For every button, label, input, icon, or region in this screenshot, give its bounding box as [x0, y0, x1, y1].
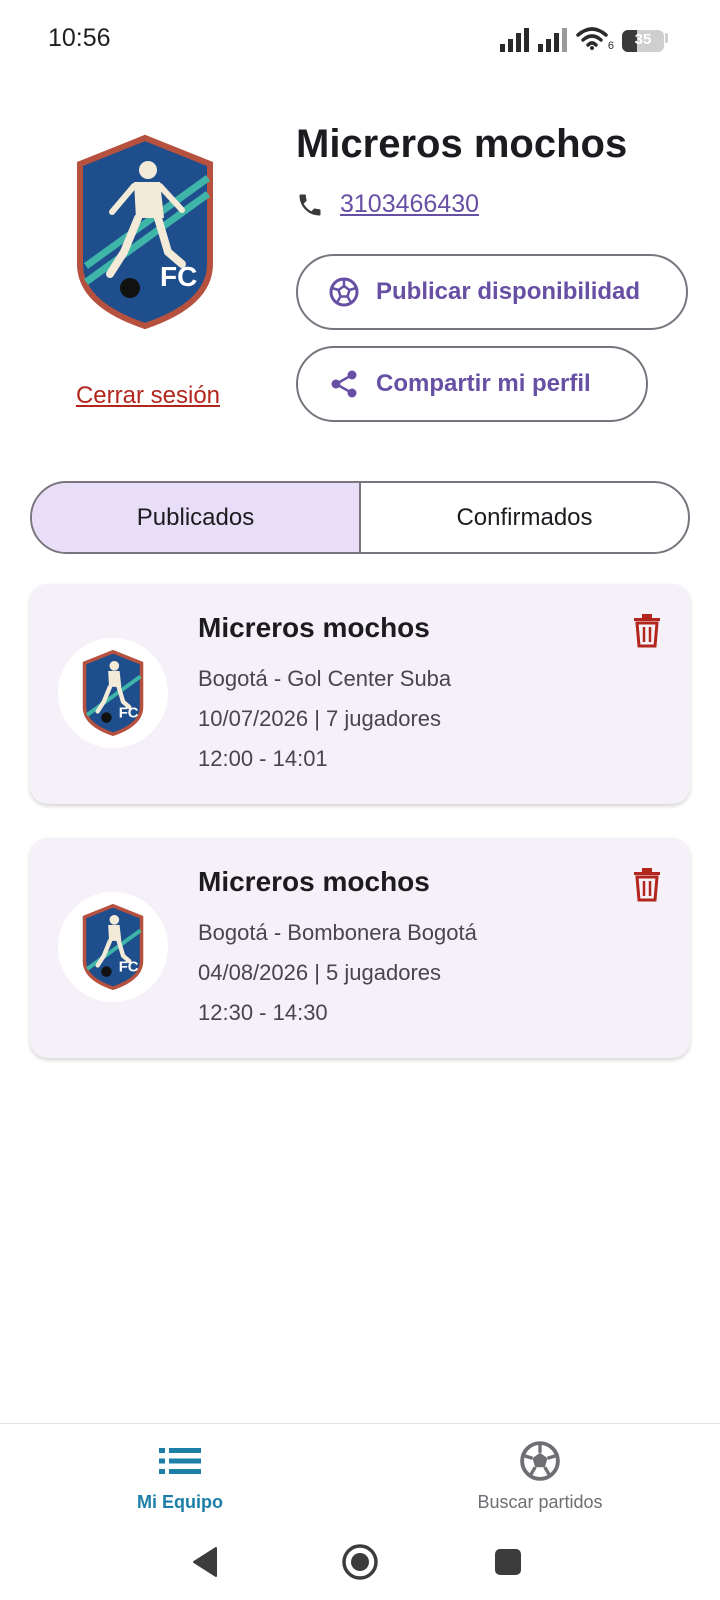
share-icon [331, 370, 357, 398]
match-card[interactable]: FC Micreros mochos Bogotá - Bombonera Bo… [30, 838, 690, 1058]
crest-text: FC [119, 960, 139, 976]
bottom-navigation: Mi Equipo Buscar partidos [0, 1423, 720, 1523]
card-team-logo: FC [58, 638, 168, 748]
battery-tip [665, 33, 668, 43]
card-date-players: 10/07/2026 | 7 jugadores [198, 706, 442, 731]
soccer-ball-icon [520, 1441, 560, 1481]
nav-item-buscar-partidos[interactable]: Buscar partidos [440, 1438, 640, 1513]
list-icon [159, 1448, 201, 1474]
card-location: Bogotá - Bombonera Bogotá [198, 920, 477, 945]
status-bar: 10:56 6 35 [0, 0, 720, 76]
crest-text: FC [160, 261, 197, 292]
phone-icon [299, 194, 321, 215]
status-time: 10:56 [48, 24, 111, 52]
soccer-ball-icon [329, 277, 359, 307]
nav-label-mi-equipo: Mi Equipo [137, 1492, 223, 1512]
status-icons: 6 35 [500, 24, 668, 52]
back-triangle-icon [193, 1547, 217, 1577]
phone-link[interactable]: 3103466430 [340, 190, 479, 219]
tab-confirmados[interactable]: Confirmados [361, 483, 688, 552]
match-tabs: Publicados Confirmados [30, 481, 690, 554]
tab-publicados[interactable]: Publicados [32, 483, 361, 552]
team-name: Micreros mochos [296, 122, 628, 166]
battery-icon: 35 [622, 30, 664, 52]
publish-availability-label: Publicar disponibilidad [376, 278, 641, 305]
card-team-name: Micreros mochos [198, 612, 430, 643]
card-team-logo: FC [58, 892, 168, 1002]
system-home-button[interactable] [335, 1537, 385, 1587]
home-circle-icon [342, 1544, 378, 1580]
signal-icon [500, 28, 529, 52]
publish-availability-button[interactable]: Publicar disponibilidad [296, 254, 688, 330]
system-back-button[interactable] [180, 1537, 230, 1587]
share-profile-label: Compartir mi perfil [376, 370, 591, 397]
logout-link[interactable]: Cerrar sesión [40, 382, 256, 410]
team-crest-logo: FC [82, 904, 144, 990]
card-team-name: Micreros mochos [198, 866, 430, 897]
nav-label-buscar-partidos: Buscar partidos [477, 1492, 603, 1512]
card-time: 12:30 - 14:30 [198, 1000, 328, 1025]
match-card[interactable]: FC Micreros mochos Bogotá - Gol Center S… [30, 584, 690, 804]
wifi-icon: 6 [576, 26, 614, 52]
system-recents-button[interactable] [483, 1537, 533, 1587]
card-location: Bogotá - Gol Center Suba [198, 666, 452, 691]
trash-icon[interactable] [632, 868, 662, 902]
wifi-label: 6 [607, 40, 614, 52]
system-navigation-bar [0, 1525, 720, 1600]
share-profile-button[interactable]: Compartir mi perfil [296, 346, 648, 422]
card-date-players: 04/08/2026 | 5 jugadores [198, 960, 442, 985]
trash-icon[interactable] [632, 614, 662, 648]
signal-icon [538, 28, 567, 52]
card-time: 12:00 - 14:01 [198, 746, 328, 771]
phone-row: 3103466430 [296, 190, 479, 219]
app-screen: 10:56 6 35 FC Cerrar sesión Micreros moc… [0, 0, 720, 1600]
team-crest-logo: FC [82, 650, 144, 736]
recents-square-icon [495, 1549, 521, 1575]
battery-level: 35 [634, 31, 652, 48]
nav-item-mi-equipo[interactable]: Mi Equipo [80, 1438, 280, 1513]
crest-text: FC [119, 706, 139, 722]
team-crest-logo: FC [77, 134, 213, 330]
